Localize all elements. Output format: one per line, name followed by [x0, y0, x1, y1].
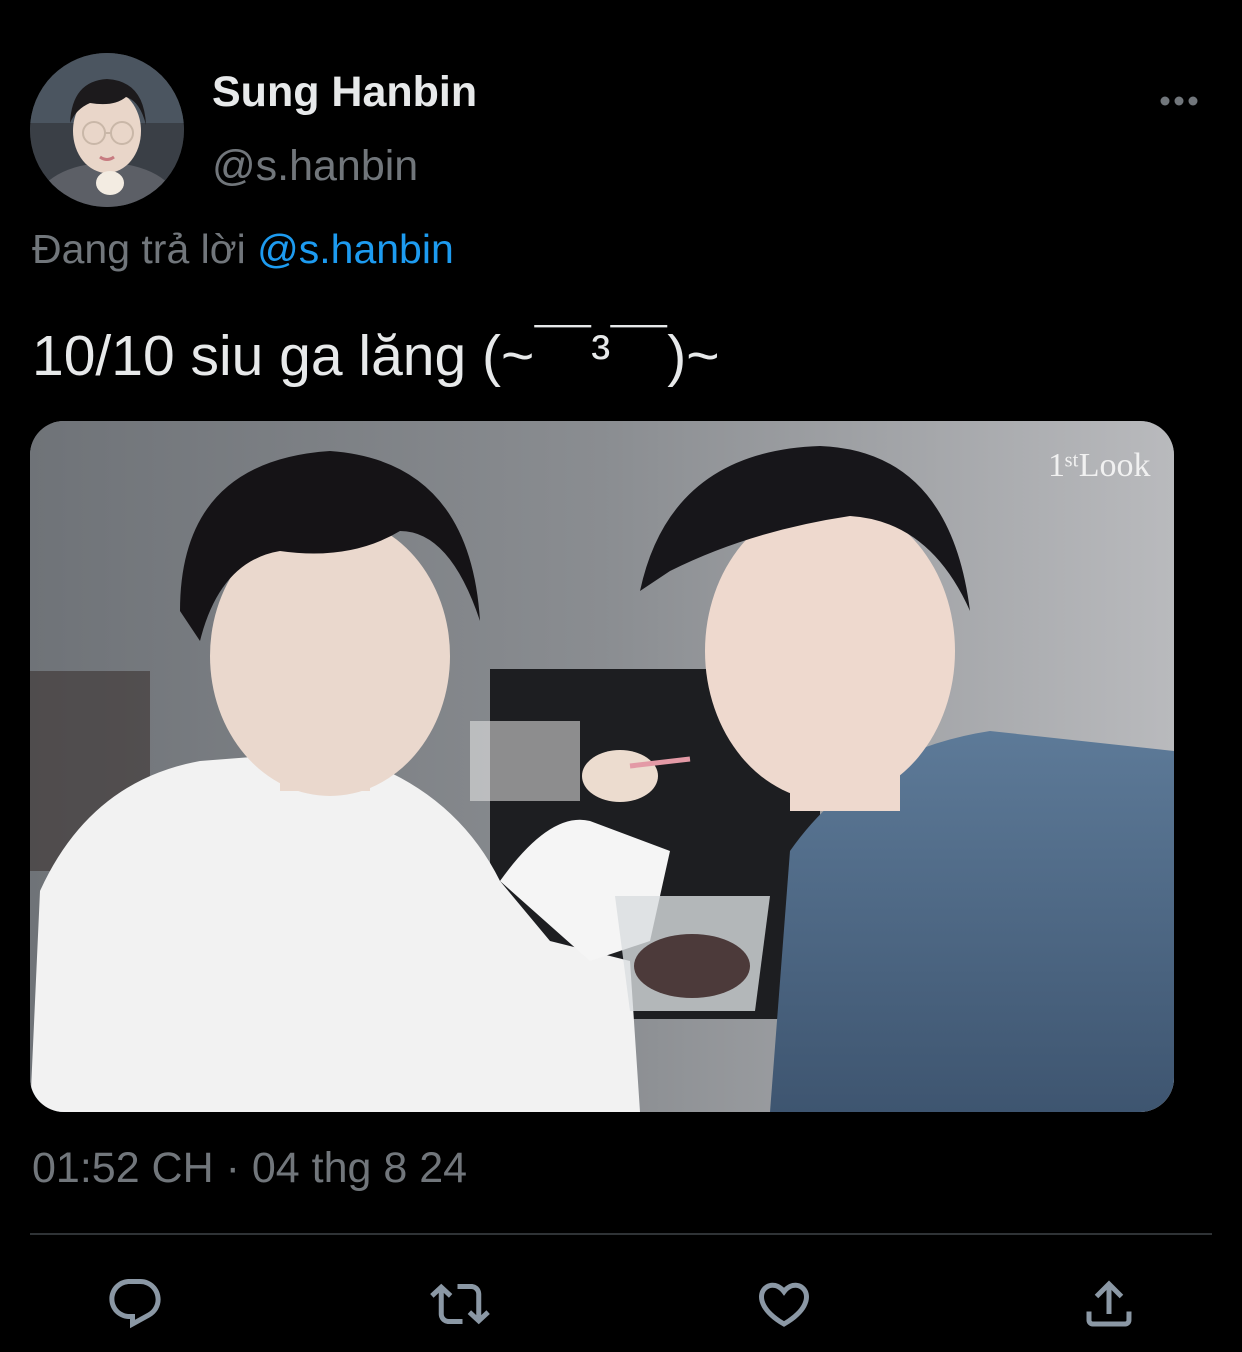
- like-button[interactable]: [752, 1272, 816, 1336]
- avatar-image: [30, 53, 184, 207]
- retweet-button[interactable]: [428, 1272, 492, 1336]
- reply-mention-link[interactable]: @s.hanbin: [257, 226, 454, 272]
- media-watermark: 1ˢᵗLook: [1048, 447, 1151, 484]
- author-display-name[interactable]: Sung Hanbin: [212, 68, 477, 117]
- actions-divider: [30, 1233, 1212, 1235]
- reply-icon: [109, 1279, 161, 1329]
- more-options-button[interactable]: [1150, 84, 1208, 118]
- author-avatar[interactable]: [30, 53, 184, 207]
- retweet-icon: [430, 1283, 490, 1325]
- share-button[interactable]: [1077, 1272, 1141, 1336]
- media-photo: 1ˢᵗLook: [30, 421, 1174, 1112]
- tweet-timestamp[interactable]: 01:52 CH · 04 thg 8 24: [32, 1144, 467, 1193]
- tweet-text: 10/10 siu ga lăng (~￣³￣)~: [32, 324, 720, 388]
- tweet-media-image[interactable]: 1ˢᵗLook: [30, 421, 1174, 1112]
- reply-button[interactable]: [103, 1272, 167, 1336]
- author-handle[interactable]: @s.hanbin: [212, 142, 418, 191]
- share-icon: [1086, 1280, 1132, 1327]
- replying-to-line: Đang trả lời @s.hanbin: [32, 226, 454, 273]
- heart-icon: [758, 1282, 810, 1327]
- more-dots-icon: [1160, 96, 1198, 106]
- replying-to-label: Đang trả lời: [32, 226, 258, 272]
